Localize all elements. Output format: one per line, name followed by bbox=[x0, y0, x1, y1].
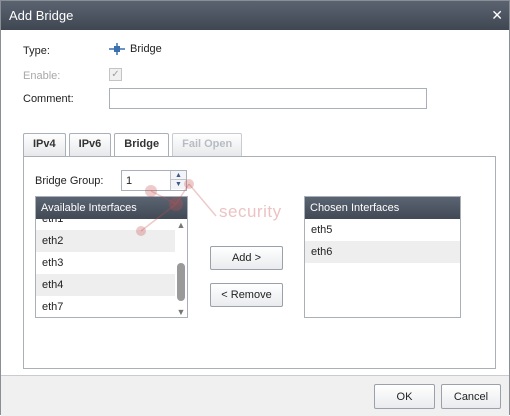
bridge-group-label: Bridge Group: bbox=[35, 175, 104, 187]
tab-ipv4[interactable]: IPv4 bbox=[23, 133, 66, 156]
stepper-down-icon[interactable]: ▼ bbox=[171, 180, 186, 189]
list-item[interactable]: eth3 bbox=[36, 252, 176, 274]
list-item[interactable]: eth2 bbox=[36, 230, 176, 252]
type-value: Bridge bbox=[109, 43, 162, 55]
list-item[interactable]: eth6 bbox=[305, 241, 460, 263]
comment-input[interactable] bbox=[109, 88, 427, 109]
available-interfaces-header: Available Interfaces bbox=[36, 197, 187, 219]
comment-label: Comment: bbox=[23, 93, 74, 105]
scroll-up-icon[interactable]: ▲ bbox=[176, 220, 186, 230]
list-item[interactable]: eth5 bbox=[305, 219, 460, 241]
cancel-button[interactable]: Cancel bbox=[441, 384, 501, 409]
dialog-titlebar: Add Bridge ✕ bbox=[1, 1, 509, 30]
stepper-up-icon[interactable]: ▲ bbox=[171, 171, 186, 180]
chosen-interfaces-list: Chosen Interfaces eth5 eth6 bbox=[304, 196, 461, 318]
list-item[interactable]: eth4 bbox=[36, 274, 176, 296]
scroll-thumb[interactable] bbox=[177, 263, 185, 301]
available-interfaces-list: Available Interfaces eth1 eth2 eth3 eth4… bbox=[35, 196, 188, 318]
tab-fail-open: Fail Open bbox=[172, 133, 243, 156]
remove-button[interactable]: < Remove bbox=[210, 283, 283, 307]
ok-button[interactable]: OK bbox=[374, 384, 435, 409]
dialog-footer: OK Cancel bbox=[1, 375, 509, 416]
list-item[interactable]: eth1 bbox=[36, 219, 176, 230]
bridge-group-stepper[interactable]: 1 ▲ ▼ bbox=[121, 170, 187, 191]
enable-checkbox[interactable]: ✓ bbox=[109, 68, 122, 81]
dialog-title: Add Bridge bbox=[9, 8, 74, 23]
chosen-interfaces-header: Chosen Interfaces bbox=[305, 197, 460, 219]
close-icon[interactable]: ✕ bbox=[491, 1, 503, 30]
list-item[interactable]: eth7 bbox=[36, 296, 176, 317]
bridge-group-value[interactable]: 1 bbox=[126, 175, 132, 187]
add-bridge-dialog: Add Bridge ✕ Type: Bridge Enable: ✓ Comm… bbox=[0, 0, 510, 416]
bridge-tab-panel: Bridge Group: 1 ▲ ▼ Available Interfaces… bbox=[23, 156, 496, 369]
add-button[interactable]: Add > bbox=[210, 246, 283, 270]
dialog-body: Type: Bridge Enable: ✓ Comment: IPv4 IPv… bbox=[1, 30, 509, 375]
type-label: Type: bbox=[23, 45, 50, 57]
available-scrollbar[interactable]: ▲ ▼ bbox=[175, 219, 187, 317]
tab-ipv6[interactable]: IPv6 bbox=[68, 133, 112, 156]
type-value-text: Bridge bbox=[130, 43, 162, 55]
enable-label: Enable: bbox=[23, 70, 61, 82]
scroll-down-icon[interactable]: ▼ bbox=[176, 307, 186, 317]
stepper-buttons: ▲ ▼ bbox=[170, 171, 186, 190]
bridge-icon bbox=[109, 43, 125, 55]
available-interfaces-rows: eth1 eth2 eth3 eth4 eth7 bbox=[36, 219, 176, 317]
tab-bar: IPv4 IPv6 Bridge Fail Open bbox=[23, 133, 243, 157]
tab-bridge[interactable]: Bridge bbox=[114, 133, 170, 157]
